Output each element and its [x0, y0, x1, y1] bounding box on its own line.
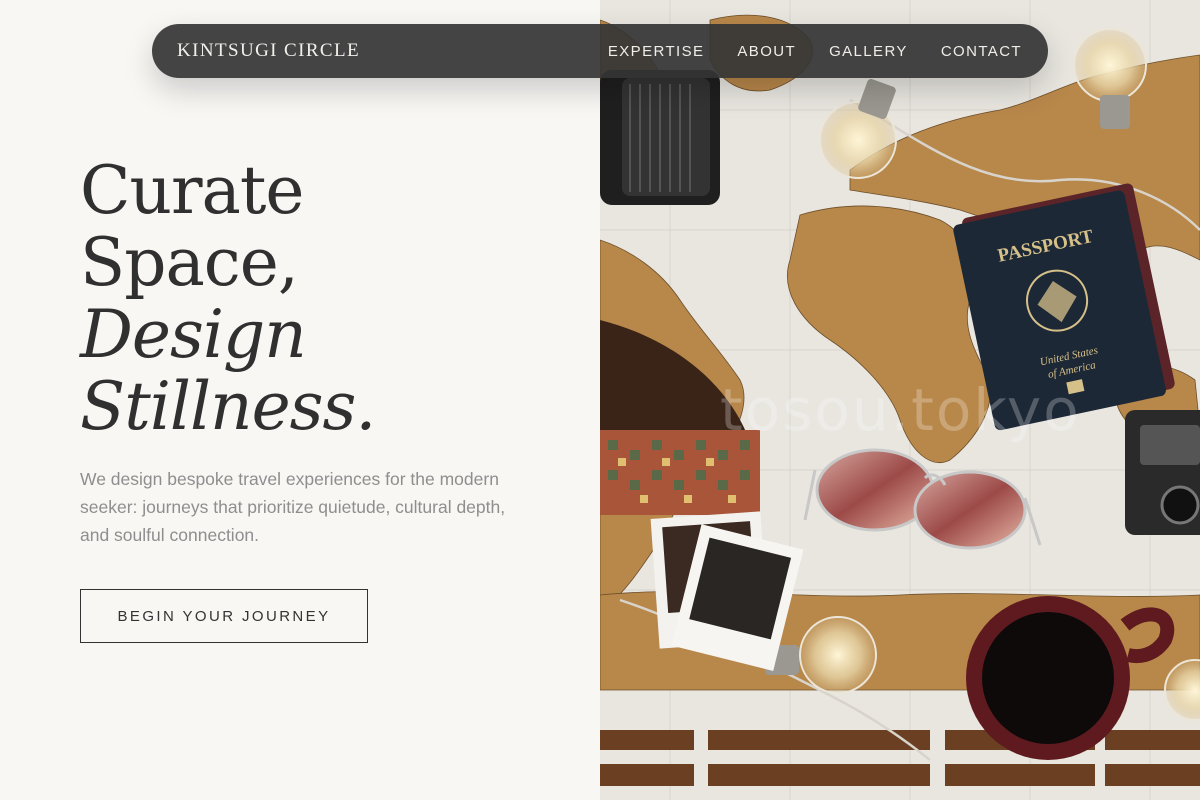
image-watermark: tosou.tokyo — [720, 376, 1081, 444]
nav-link-contact[interactable]: CONTACT — [941, 43, 1022, 60]
headline-line-2: Space, — [80, 224, 299, 301]
brand-logo[interactable]: KINTSUGI CIRCLE — [177, 40, 360, 62]
nav-link-expertise[interactable]: EXPERTISE — [608, 43, 705, 60]
nav-links: EXPERTISE ABOUT GALLERY CONTACT — [608, 43, 1022, 60]
nav-link-about[interactable]: ABOUT — [737, 43, 796, 60]
hero-section: Curate Space, Design Stillness. We desig… — [80, 155, 560, 643]
hero-headline: Curate Space, Design Stillness. — [80, 155, 560, 443]
headline-line-3: Design — [80, 296, 307, 373]
hero-travel-photo: PASSPORT United States of America tosou.… — [600, 0, 1200, 800]
hero-description: We design bespoke travel experiences for… — [80, 469, 506, 545]
top-navbar: KINTSUGI CIRCLE EXPERTISE ABOUT GALLERY … — [152, 24, 1048, 78]
vintage-camera — [1125, 410, 1200, 535]
nav-link-gallery[interactable]: GALLERY — [829, 43, 908, 60]
begin-journey-button[interactable]: BEGIN YOUR JOURNEY — [80, 589, 368, 643]
headline-line-1: Curate — [80, 152, 305, 229]
headline-line-4: Stillness. — [80, 368, 376, 445]
camera-lens — [600, 70, 720, 205]
